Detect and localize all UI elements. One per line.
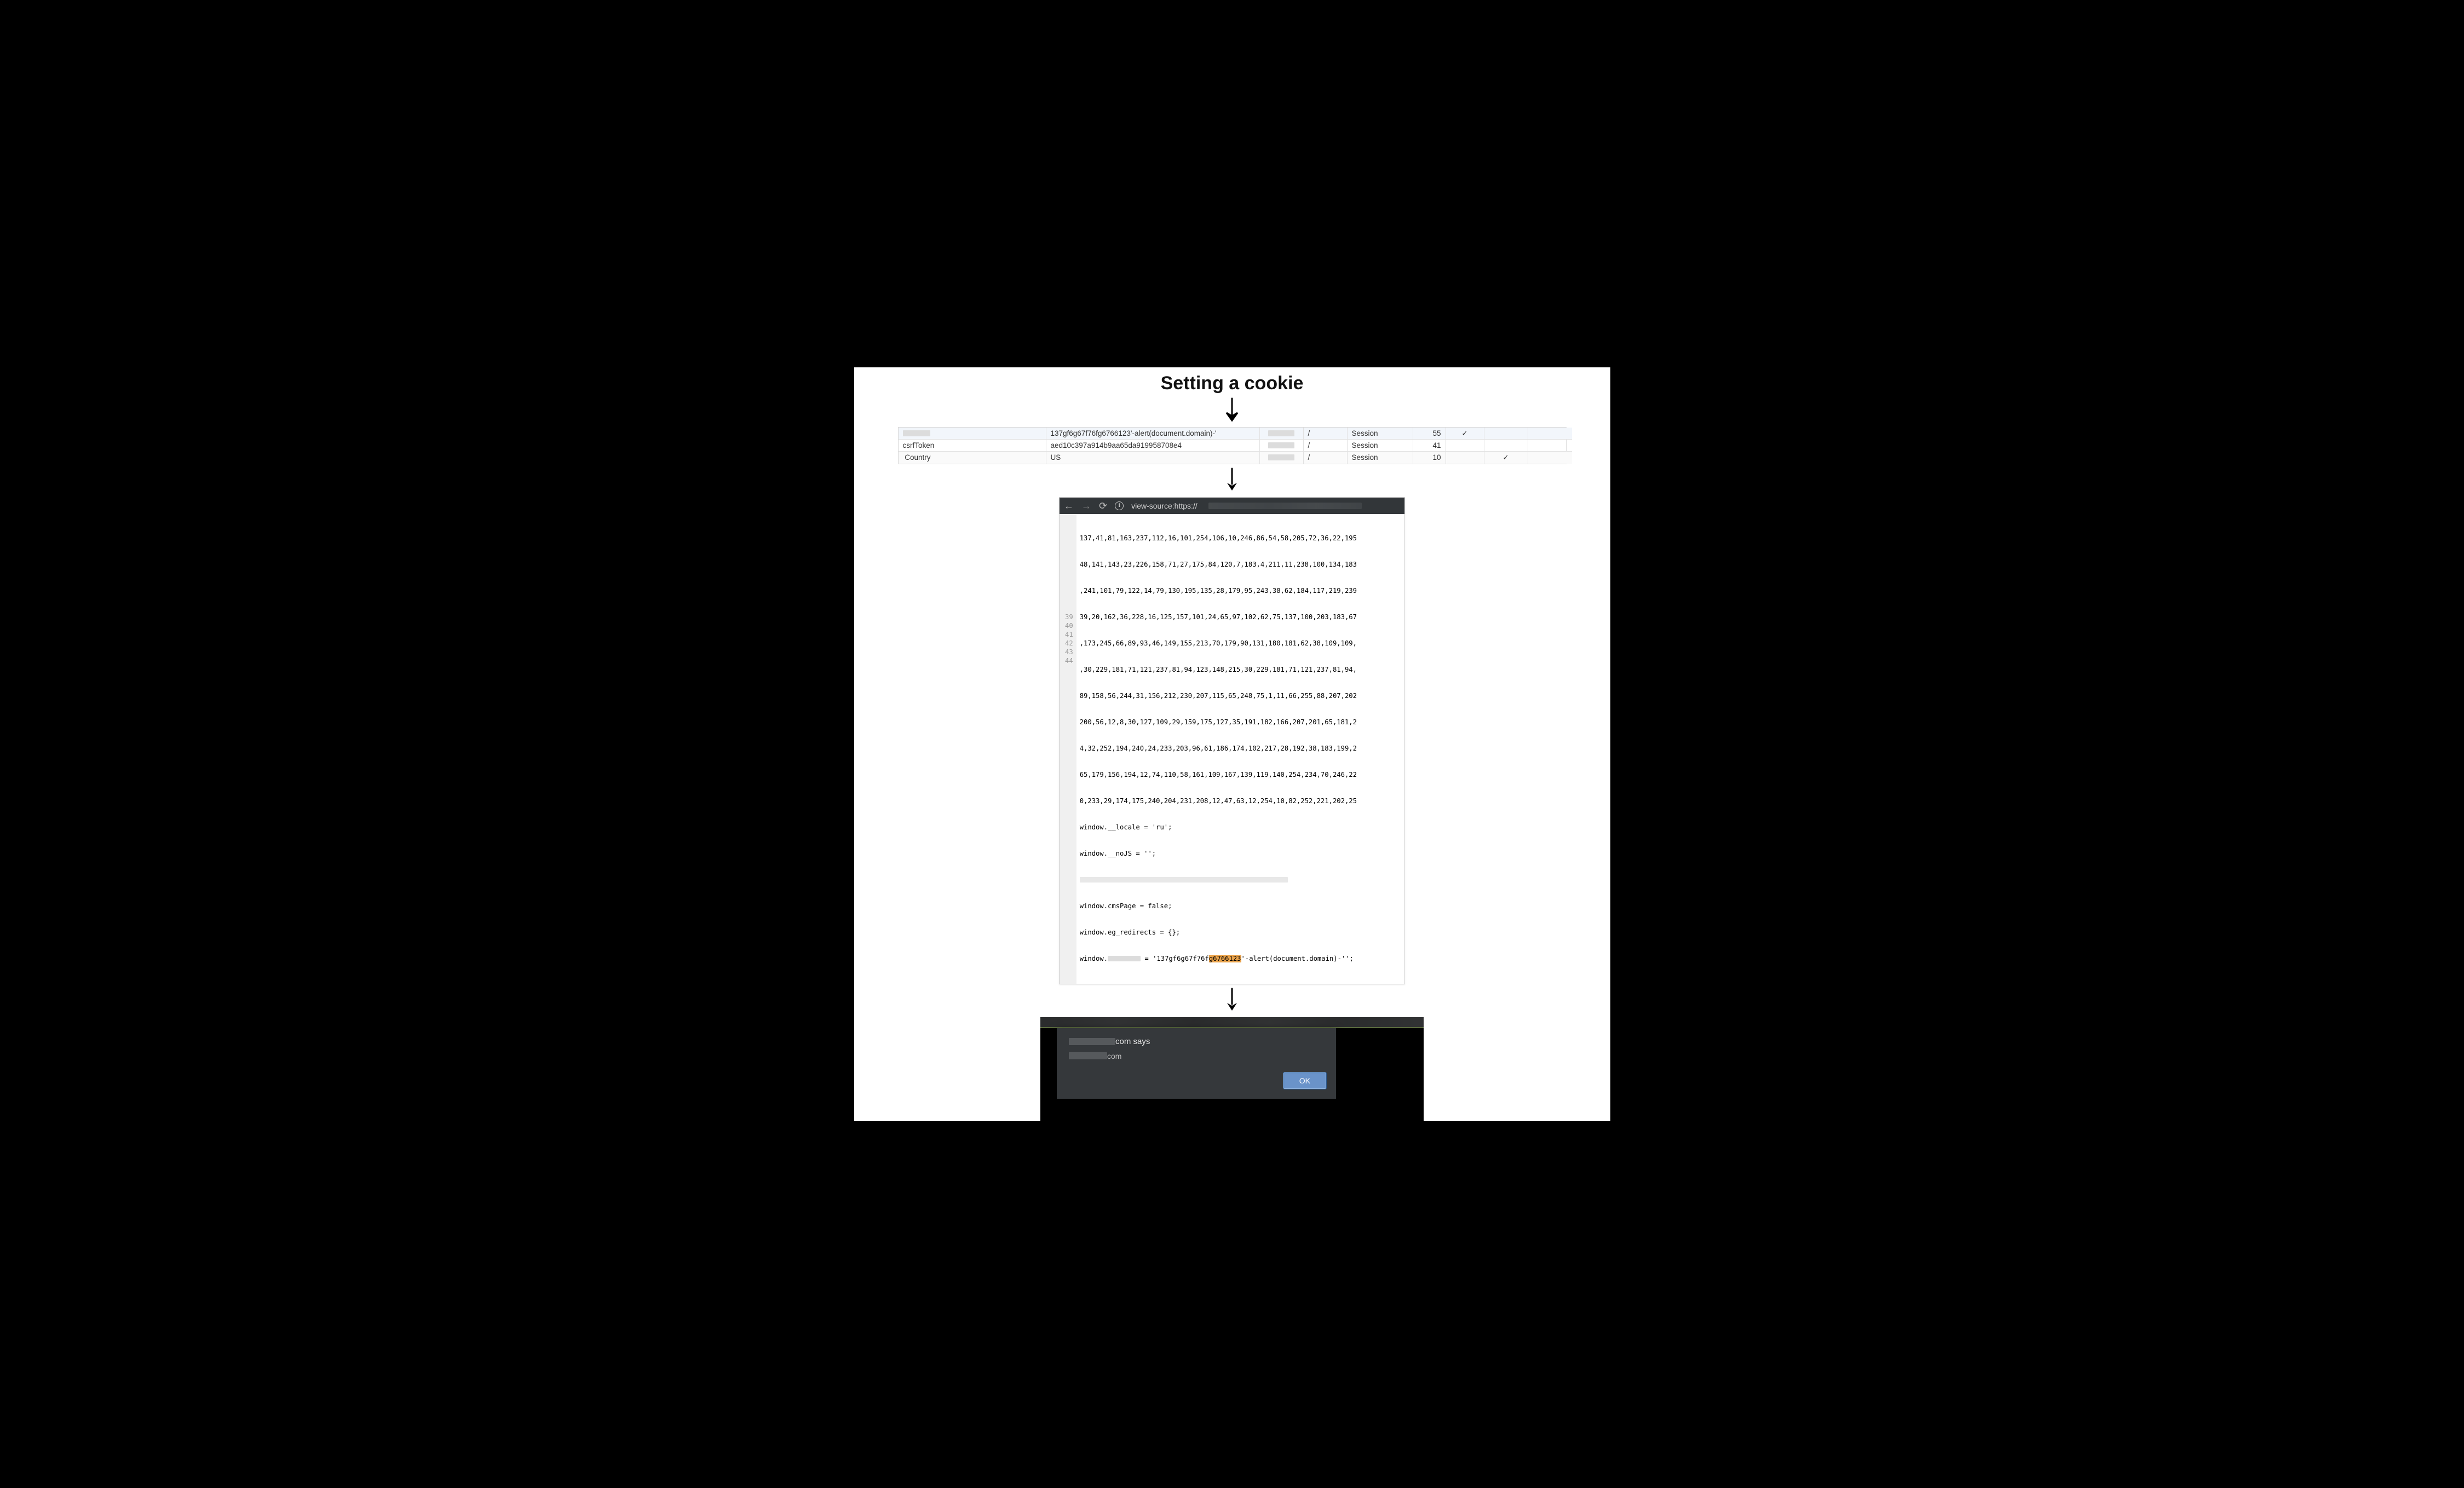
redacted-icon [1080,877,1288,883]
cookie-name: csrfToken [899,440,1046,452]
redacted-icon [903,430,930,436]
alert-ok-button[interactable]: OK [1283,1072,1326,1089]
cookie-row[interactable]: Country US / Session 10 ✓ [899,452,1566,464]
cookie-secure [1484,440,1528,452]
redacted-icon [1108,956,1141,961]
cookie-size: 41 [1413,440,1446,452]
js-alert-dialog: com says com OK [1057,1028,1336,1099]
cookie-domain [1260,440,1304,452]
line-gutter: 39 40 41 42 43 44 [1060,514,1076,984]
arrow-down-icon [854,397,1610,422]
redacted-icon [1268,454,1294,460]
redacted-icon [1268,430,1294,436]
cookie-row[interactable]: csrfToken aed10c397a914b9aa65da919958708… [899,440,1566,452]
main-title: Setting a cookie [854,373,1610,394]
cookie-httponly [1446,452,1484,464]
alert-origin-says: com says [1115,1037,1150,1046]
cookie-httponly [1446,440,1484,452]
redacted-icon [1268,442,1294,448]
cookie-path: / [1304,452,1348,464]
redacted-icon [1069,1038,1115,1045]
redacted-icon [1069,1052,1107,1059]
cookie-size: 10 [1413,452,1446,464]
cookie-secure: ✓ [1484,452,1528,464]
redacted-addressbar [1040,1017,1424,1027]
cookie-expires: Session [1348,428,1413,440]
back-icon[interactable]: ← [1064,501,1074,511]
search-highlight: g6766123 [1209,955,1241,962]
cookie-value: 137gf6g67f76fg6766123'-alert(document.do… [1046,428,1260,440]
alert-message: com [1107,1052,1121,1060]
cookie-extra [1528,452,1572,464]
reload-icon[interactable]: ⟳ [1099,501,1107,511]
cookie-size: 55 [1413,428,1446,440]
cookie-extra [1528,440,1572,452]
browser-toolbar: ← → ⟳ i view-source:https:// [1060,498,1404,514]
cookie-value: aed10c397a914b9aa65da919958708e4 [1046,440,1260,452]
cookie-value: US [1046,452,1260,464]
cookie-name [899,428,1046,440]
source-body[interactable]: 39 40 41 42 43 44 137,41,81,163,237,112,… [1060,514,1404,984]
diagram-frame: Setting a cookie 137gf6g67f76fg6766123'-… [850,364,1614,1125]
info-icon[interactable]: i [1115,501,1124,510]
cookie-table[interactable]: 137gf6g67f76fg6766123'-alert(document.do… [898,427,1567,464]
browser-alert-panel: com says com OK [1040,1017,1424,1121]
cookie-expires: Session [1348,452,1413,464]
cookie-domain [1260,452,1304,464]
cookie-name: Country [899,452,1046,464]
forward-icon[interactable]: → [1081,501,1091,511]
cookie-row[interactable]: 137gf6g67f76fg6766123'-alert(document.do… [899,428,1566,440]
view-source-panel: ← → ⟳ i view-source:https:// 39 40 41 42… [1059,497,1405,984]
cookie-httponly: ✓ [1446,428,1484,440]
cookie-path: / [1304,440,1348,452]
cookie-secure [1484,428,1528,440]
cookie-expires: Session [1348,440,1413,452]
redacted-url [1208,503,1362,509]
arrow-down-icon [854,988,1610,1012]
cookie-path: / [1304,428,1348,440]
url-label[interactable]: view-source:https:// [1131,501,1198,510]
arrow-down-icon [854,468,1610,492]
cookie-extra [1528,428,1572,440]
source-code[interactable]: 137,41,81,163,237,112,16,101,254,106,10,… [1076,514,1404,984]
cookie-domain [1260,428,1304,440]
